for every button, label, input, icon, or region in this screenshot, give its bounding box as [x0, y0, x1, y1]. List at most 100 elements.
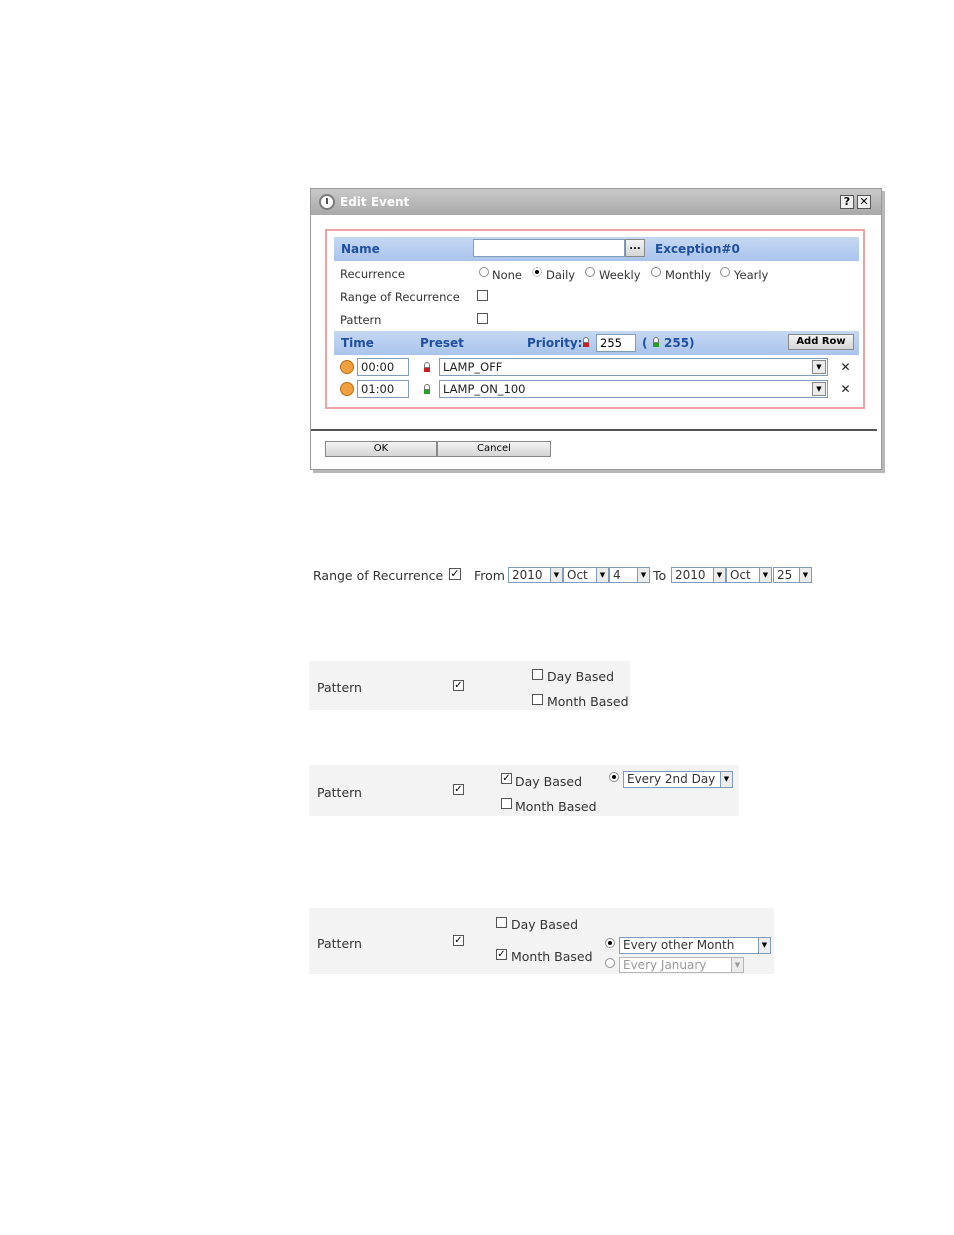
preset-header: Preset — [420, 336, 464, 350]
month-based-label: Month Based — [511, 949, 593, 964]
time-header: Time — [341, 336, 374, 350]
to-label: To — [653, 568, 667, 583]
pattern-snippet-3: Pattern ✓ Day Based ✓ Month Based Every … — [309, 908, 774, 974]
close-button[interactable]: ✕ — [857, 195, 871, 209]
year-option-select[interactable]: Every January ▼ — [619, 957, 744, 973]
to-day-select[interactable]: 25 ▼ — [773, 567, 812, 583]
recurrence-none-label: None — [492, 268, 523, 282]
recurrence-weekly-radio[interactable] — [585, 267, 595, 277]
chevron-down-icon[interactable]: ▼ — [720, 772, 732, 787]
delete-row-button[interactable]: ✕ — [839, 361, 852, 374]
day-option-value: Every 2nd Day — [627, 772, 716, 786]
from-year-select[interactable]: 2010 ▼ — [508, 567, 563, 583]
time-preset-header: Time Preset Priority: 255 ( 255) Add Row — [334, 331, 859, 355]
help-button[interactable]: ? — [840, 195, 854, 209]
to-month-select[interactable]: Oct ▼ — [726, 567, 772, 583]
from-month-select[interactable]: Oct ▼ — [563, 567, 609, 583]
month-based-checkbox[interactable]: ✓ — [496, 949, 507, 960]
pattern-label: Pattern — [317, 785, 362, 800]
month-based-checkbox[interactable] — [532, 694, 543, 705]
browse-button[interactable]: ... — [625, 239, 645, 257]
day-based-label: Day Based — [511, 917, 579, 932]
chevron-down-icon[interactable]: ▼ — [758, 938, 770, 953]
day-based-label: Day Based — [515, 774, 583, 789]
chevron-down-icon[interactable]: ▼ — [637, 568, 649, 582]
chevron-down-icon[interactable]: ▼ — [759, 568, 771, 582]
pattern-snippet-2: Pattern ✓ ✓ Day Based Month Based Every … — [309, 765, 739, 816]
day-based-checkbox[interactable] — [532, 669, 543, 680]
dialog-title: Edit Event — [340, 195, 410, 209]
chevron-down-icon[interactable]: ▼ — [812, 382, 826, 396]
name-header-bar: Name ... Exception#0 — [334, 237, 859, 261]
range-of-recurrence-snippet: Range of Recurrence ✓ From 2010 ▼ Oct ▼ … — [306, 560, 826, 590]
month-based-checkbox[interactable] — [501, 798, 512, 809]
month-option-value: Every other Month — [623, 938, 735, 952]
day-based-checkbox[interactable]: ✓ — [501, 773, 512, 784]
exception-label: Exception#0 — [655, 242, 740, 256]
pattern-checkbox[interactable] — [477, 313, 488, 324]
preset-select[interactable]: LAMP_ON_100 ▼ — [439, 380, 828, 398]
delete-row-button[interactable]: ✕ — [839, 383, 852, 396]
range-label: Range of Recurrence — [313, 568, 444, 583]
lamp-off-icon — [423, 362, 431, 373]
recurrence-yearly-radio[interactable] — [720, 267, 730, 277]
from-month-value: Oct — [567, 568, 588, 582]
preset-select[interactable]: LAMP_OFF ▼ — [439, 358, 828, 376]
lamp-on-icon — [423, 384, 431, 395]
ok-button[interactable]: OK — [325, 441, 437, 457]
add-row-button[interactable]: Add Row — [788, 334, 854, 350]
recurrence-label: Recurrence — [340, 267, 405, 281]
year-option-value: Every January — [623, 958, 707, 972]
recurrence-daily-label: Daily — [546, 268, 576, 282]
day-based-checkbox[interactable] — [496, 917, 507, 928]
chevron-down-icon[interactable]: ▼ — [713, 568, 725, 582]
priority-open-paren: ( — [642, 336, 648, 350]
from-day-value: 4 — [613, 568, 621, 582]
time-input[interactable]: 01:00 — [357, 380, 409, 398]
to-day-value: 25 — [777, 568, 793, 582]
pattern-label: Pattern — [317, 936, 362, 951]
dialog-titlebar[interactable]: Edit Event ? ✕ — [311, 189, 881, 215]
from-day-select[interactable]: 4 ▼ — [609, 567, 650, 583]
clock-icon — [319, 194, 335, 210]
pattern-checkbox[interactable]: ✓ — [453, 680, 464, 691]
pattern-label: Pattern — [340, 313, 382, 327]
chevron-down-icon[interactable]: ▼ — [799, 568, 811, 582]
month-option-radio[interactable] — [605, 938, 615, 948]
preset-select-value: LAMP_OFF — [443, 360, 503, 374]
pattern-checkbox[interactable]: ✓ — [453, 784, 464, 795]
recurrence-monthly-label: Monthly — [665, 268, 712, 282]
priority-input[interactable]: 255 — [596, 334, 636, 352]
event-form-highlight: Name ... Exception#0 Recurrence None Dai… — [325, 229, 865, 409]
lamp-on-icon — [652, 337, 660, 348]
to-year-select[interactable]: 2010 ▼ — [671, 567, 726, 583]
day-option-select[interactable]: Every 2nd Day ▼ — [623, 771, 733, 788]
month-based-label: Month Based — [547, 694, 629, 709]
recurrence-monthly-radio[interactable] — [651, 267, 661, 277]
recurrence-none-radio[interactable] — [479, 267, 489, 277]
footer-divider — [311, 429, 877, 431]
cancel-button[interactable]: Cancel — [437, 441, 551, 457]
pattern-snippet-1: Pattern ✓ Day Based Month Based — [309, 661, 630, 710]
month-option-select[interactable]: Every other Month ▼ — [619, 937, 771, 954]
lamp-off-icon — [582, 337, 590, 348]
priority-label: Priority: — [527, 336, 583, 350]
pattern-checkbox[interactable]: ✓ — [453, 935, 464, 946]
chevron-down-icon[interactable]: ▼ — [812, 360, 826, 374]
day-option-radio[interactable] — [609, 772, 619, 782]
chevron-down-icon[interactable]: ▼ — [550, 568, 562, 582]
chevron-down-icon[interactable]: ▼ — [596, 568, 608, 582]
time-input[interactable]: 00:00 — [357, 358, 409, 376]
recurrence-daily-radio[interactable] — [532, 267, 542, 277]
chevron-down-icon[interactable]: ▼ — [731, 958, 743, 972]
range-checkbox[interactable]: ✓ — [449, 568, 461, 580]
day-based-label: Day Based — [547, 669, 615, 684]
name-label: Name — [341, 242, 380, 256]
time-clock-icon — [340, 360, 354, 374]
month-based-label: Month Based — [515, 799, 597, 814]
name-input[interactable] — [473, 239, 625, 257]
range-checkbox[interactable] — [477, 290, 488, 301]
year-option-radio[interactable] — [605, 958, 615, 968]
recurrence-weekly-label: Weekly — [599, 268, 641, 282]
preset-select-value: LAMP_ON_100 — [443, 382, 526, 396]
